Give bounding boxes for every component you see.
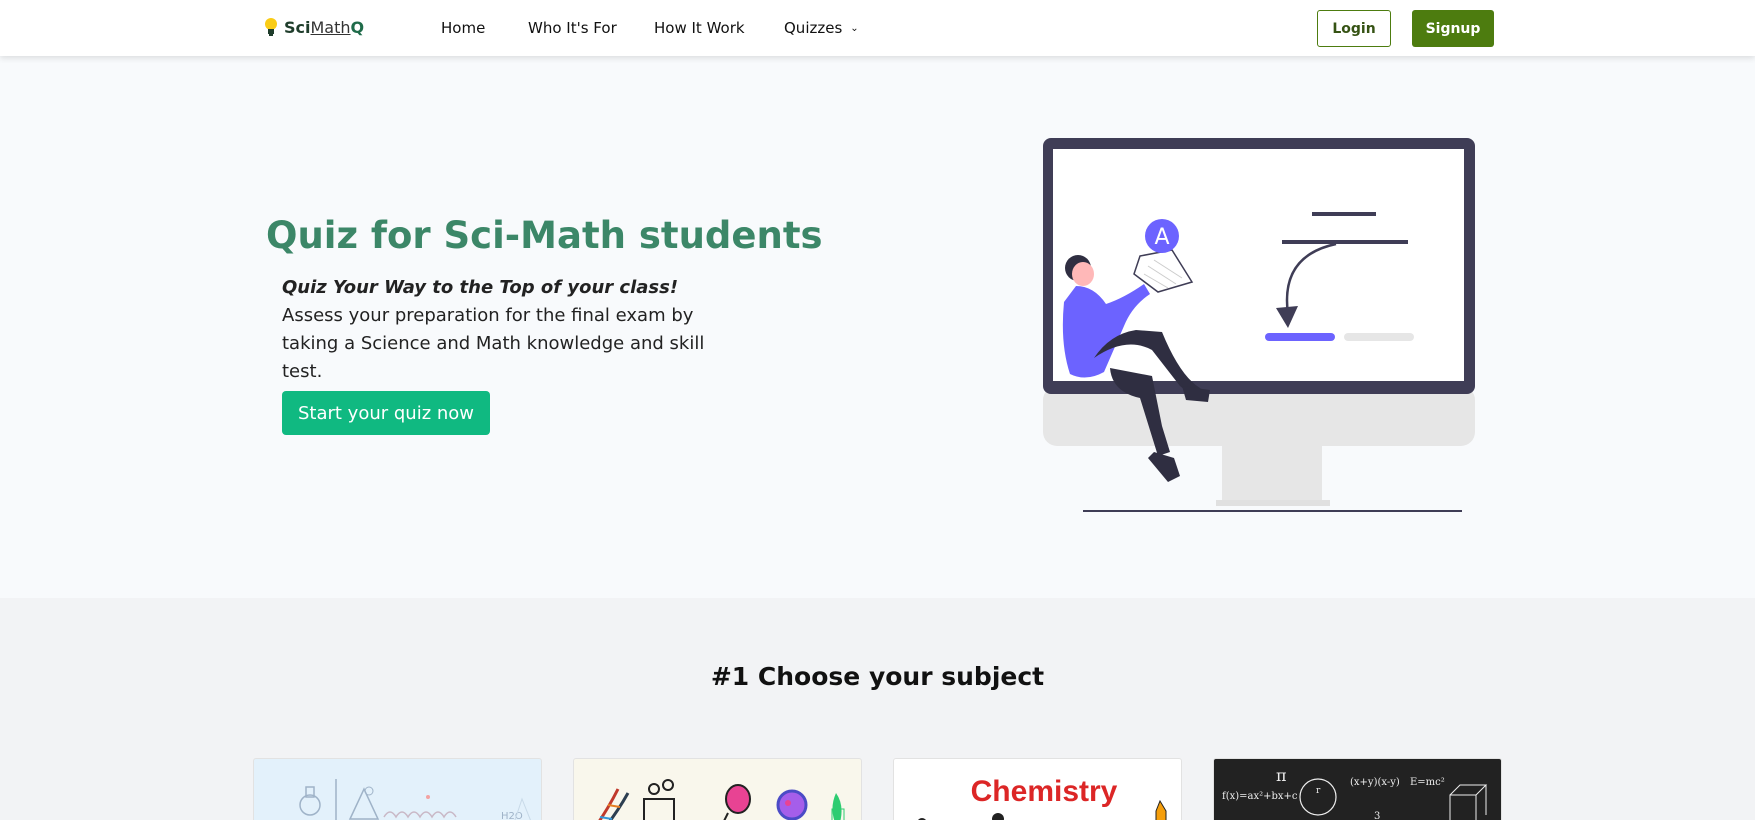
login-button[interactable]: Login bbox=[1317, 10, 1391, 47]
subject-card-biology[interactable] bbox=[573, 758, 862, 820]
nav-quizzes-dropdown[interactable]: Quizzes ⌄ bbox=[784, 19, 859, 37]
math-card-formula-3: (x+y)(x-y) bbox=[1350, 777, 1400, 788]
student-computer-illustration: A bbox=[1043, 138, 1475, 512]
biology-card-image bbox=[598, 779, 845, 820]
logo-text: SciMathQ bbox=[284, 17, 365, 37]
hero-tagline: Quiz Your Way to the Top of your class! bbox=[282, 277, 679, 298]
logo-link[interactable]: SciMathQ bbox=[262, 16, 364, 38]
signup-button[interactable]: Signup bbox=[1412, 10, 1494, 47]
svg-text:3: 3 bbox=[1374, 811, 1380, 820]
lightbulb-icon bbox=[265, 18, 277, 36]
svg-text:π: π bbox=[1276, 766, 1287, 785]
physics-card-label: H2O bbox=[501, 811, 523, 820]
hero-title: Quiz for Sci-Math students bbox=[266, 214, 823, 257]
math-card-formula-1: f(x)=ax²+bx+c bbox=[1222, 791, 1298, 802]
top-navbar: SciMathQ Home Who It's For How It Work Q… bbox=[0, 0, 1755, 56]
nav-home[interactable]: Home bbox=[441, 19, 485, 37]
hero-description-text: Assess your preparation for the final ex… bbox=[282, 305, 705, 382]
nav-quizzes-label: Quizzes bbox=[784, 19, 843, 37]
svg-text:r: r bbox=[1316, 786, 1321, 796]
hero-description: Quiz Your Way to the Top of your class! … bbox=[282, 274, 722, 386]
physics-card-image: H2O bbox=[299, 779, 531, 820]
chevron-down-icon: ⌄ bbox=[850, 23, 859, 34]
illustration-letter-badge: A bbox=[1154, 225, 1169, 250]
chemistry-card-label: Chemistry bbox=[971, 775, 1118, 808]
nav-how-it-work[interactable]: How It Work bbox=[654, 19, 745, 37]
nav-who-its-for[interactable]: Who It's For bbox=[528, 19, 617, 37]
subjects-section: #1 Choose your subject H2O Chemistry f(x… bbox=[0, 598, 1755, 820]
subject-card-chemistry[interactable]: Chemistry bbox=[893, 758, 1182, 820]
subjects-title: #1 Choose your subject bbox=[710, 662, 1045, 691]
hero-section: Quiz for Sci-Math students Quiz Your Way… bbox=[0, 56, 1755, 598]
start-quiz-button[interactable]: Start your quiz now bbox=[282, 391, 490, 435]
math-card-formula-2: E=mc² bbox=[1410, 777, 1445, 788]
subject-card-math[interactable]: f(x)=ax²+bx+c π r (x+y)(x-y) E=mc² 3 bbox=[1213, 758, 1502, 820]
math-card-image: f(x)=ax²+bx+c π r (x+y)(x-y) E=mc² 3 bbox=[1222, 766, 1488, 820]
chemistry-card-image: Chemistry bbox=[918, 775, 1167, 820]
subject-card-physics[interactable]: H2O bbox=[253, 758, 542, 820]
